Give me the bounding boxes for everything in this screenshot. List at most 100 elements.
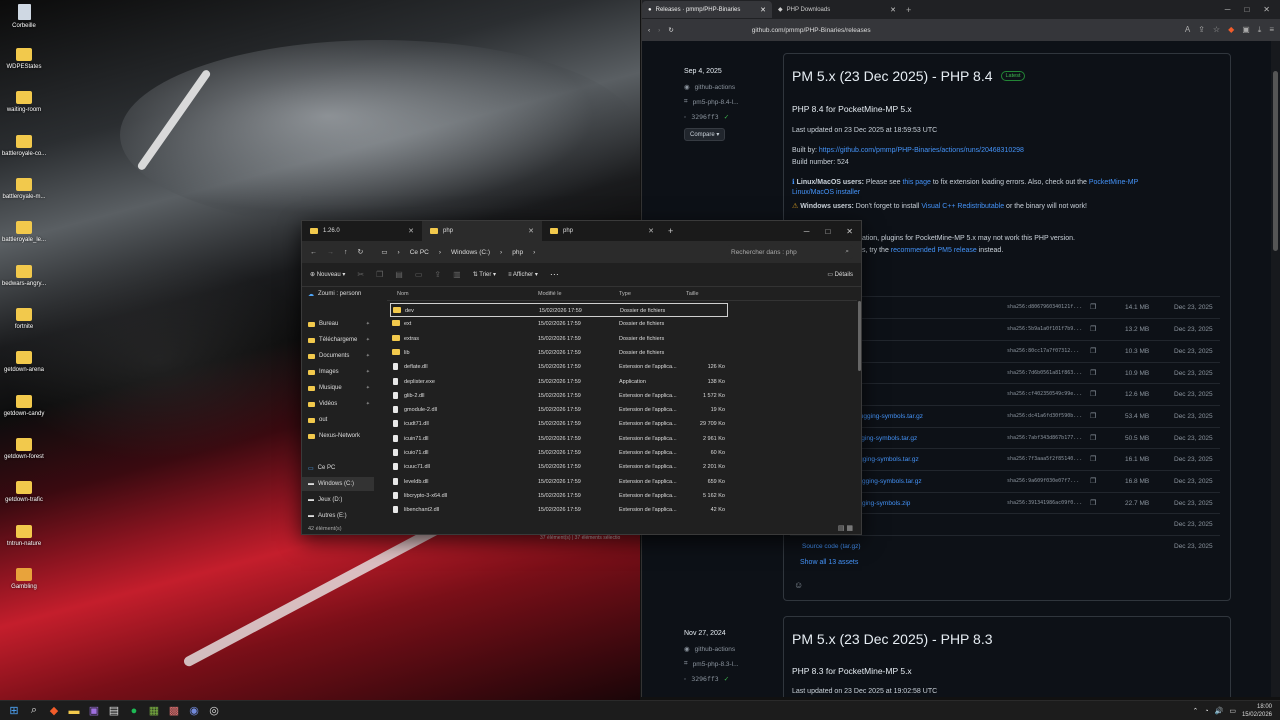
sidebar-item[interactable]: Images ✦ — [302, 365, 374, 379]
copy-icon[interactable]: ❐ — [1090, 390, 1096, 398]
desktop-icon-folder[interactable]: tntrun-nature — [0, 525, 48, 547]
file-row[interactable]: ext 15/02/2026 17:59 Dossier de fichiers — [390, 317, 728, 331]
close-tab-icon[interactable]: ✕ — [648, 227, 654, 235]
sidebar-item[interactable]: Documents ✦ — [302, 349, 374, 363]
copy-icon[interactable]: ❐ — [1090, 455, 1096, 463]
file-row[interactable]: dev 15/02/2026 17:59 Dossier de fichiers — [390, 303, 728, 318]
close-tab-icon[interactable]: ✕ — [760, 6, 766, 14]
show-all-assets-link[interactable]: Show all 13 assets — [800, 559, 858, 566]
sidebar-item[interactable]: Vidéos ✦ — [302, 397, 374, 411]
app-icon[interactable]: ▩ — [164, 701, 184, 720]
browser-scrollbar[interactable] — [1271, 41, 1280, 697]
new-button[interactable]: ⊕ Nouveau ▾ — [310, 271, 345, 278]
explorer-tab[interactable]: php ✕ — [542, 221, 662, 241]
desktop-icon-folder[interactable]: getdown-arena — [0, 351, 48, 373]
sidebar-item[interactable]: ▭ Ce PC — [302, 461, 374, 475]
copy-icon[interactable]: ❐ — [376, 270, 383, 279]
release-commit[interactable]: 3296ff3 — [691, 113, 718, 121]
discord-icon[interactable]: ◉ — [184, 701, 204, 720]
sort-button[interactable]: ⇅ Trier ▾ — [473, 271, 496, 278]
up-icon[interactable]: ↑ — [344, 249, 348, 256]
explorer-tab[interactable]: php ✕ — [422, 221, 542, 241]
sidebar-item[interactable]: out — [302, 413, 374, 427]
release-title[interactable]: PM 5.x (23 Dec 2025) - PHP 8.4 — [792, 68, 993, 84]
share-icon[interactable]: ⇪ — [1198, 25, 1205, 35]
desktop-icon-folder[interactable]: bedwars-angry... — [0, 265, 48, 287]
file-row[interactable]: extras 15/02/2026 17:59 Dossier de fichier… — [390, 332, 728, 346]
start-icon[interactable]: ⊞ — [4, 701, 24, 720]
volume-icon[interactable]: 🔊 — [1215, 707, 1224, 715]
copy-icon[interactable]: ❐ — [1090, 347, 1096, 355]
github-desktop-icon[interactable]: ◎ — [204, 701, 224, 720]
file-row[interactable]: icuio71.dll 15/02/2026 17:59 Extension de … — [390, 446, 728, 460]
pocketmine-link[interactable]: PocketMine-MP — [1089, 179, 1138, 186]
close-tab-icon[interactable]: ✕ — [408, 227, 414, 235]
desktop-icon-folder[interactable]: fortnite — [0, 308, 48, 330]
chevron-up-icon[interactable]: ⌃ — [1193, 707, 1199, 715]
sidebar-item[interactable]: ☁ Zoumi : personn — [302, 287, 374, 301]
url-field[interactable]: github.com/pmmp/PHP-Binaries/releases — [752, 27, 871, 34]
brave-shield-icon[interactable]: ◆ — [1228, 25, 1234, 35]
recommended-release-link[interactable]: recommended PM5 release — [891, 247, 977, 254]
file-row[interactable]: icuin71.dll 15/02/2026 17:59 Extension de … — [390, 432, 728, 446]
more-icon[interactable]: ⋯ — [550, 269, 559, 280]
desktop-icon-folder[interactable]: battleroyale-co... — [0, 135, 48, 157]
reload-icon[interactable]: ↻ — [668, 26, 673, 34]
vcredist-link[interactable]: Visual C++ Redistributable — [921, 203, 1004, 210]
search-input[interactable]: Rechercher dans : php ⌕ — [727, 245, 853, 259]
network-icon[interactable]: ◔ — [1204, 708, 1208, 715]
copy-icon[interactable]: ❐ — [1090, 325, 1096, 333]
file-list-scrollbar[interactable] — [858, 301, 861, 371]
explorer-tab[interactable]: 1.26.0 ✕ — [302, 221, 422, 241]
close-icon[interactable]: ✕ — [846, 227, 853, 236]
sidebar-item[interactable]: ▬ Autres (E:) — [302, 509, 374, 523]
sidebar-item[interactable]: Bureau ✦ — [302, 317, 374, 331]
sidebar-item[interactable]: Nexus-Network — [302, 429, 374, 443]
view-toggle[interactable]: ▤ ▦ — [838, 524, 853, 532]
release-tag[interactable]: pm5-php-8.4-l... — [693, 99, 739, 106]
cut-icon[interactable]: ✂ — [357, 270, 364, 279]
browser-tab-php-downloads[interactable]: ◆ PHP Downloads ✕ — [772, 1, 902, 18]
app-icon[interactable]: ▣ — [84, 701, 104, 720]
sidebar-item[interactable]: Musique ✦ — [302, 381, 374, 395]
maximize-icon[interactable]: □ — [1244, 5, 1249, 14]
release-author[interactable]: github-actions — [695, 646, 735, 653]
file-row[interactable]: deplister.exe 15/02/2026 17:59 Application… — [390, 375, 728, 389]
desktop-icon-folder[interactable]: getdown-trafic — [0, 481, 48, 503]
brave-icon[interactable]: ◆ — [44, 701, 64, 720]
minimize-icon[interactable]: ─ — [804, 227, 810, 236]
forward-icon[interactable]: › — [658, 27, 660, 34]
view-button[interactable]: ≡ Afficher ▾ — [508, 271, 538, 278]
file-row[interactable]: deflate.dll 15/02/2026 17:59 Extension de … — [390, 360, 728, 374]
sidebar-item[interactable]: ▬ Windows (C:) — [302, 477, 374, 491]
release-commit[interactable]: 3296ff3 — [691, 675, 718, 683]
battery-icon[interactable]: ▭ — [1229, 707, 1236, 715]
file-row[interactable]: gmodule-2.dll 15/02/2026 17:59 Extension d… — [390, 403, 728, 417]
file-explorer-icon[interactable]: ▬ — [64, 701, 84, 720]
file-row[interactable]: icudt71.dll 15/02/2026 17:59 Extension de … — [390, 417, 728, 431]
app-icon[interactable]: ▤ — [104, 701, 124, 720]
asset-link[interactable]: Source code (tar.gz) — [802, 543, 861, 550]
desktop-icon-folder[interactable]: getdown-forest — [0, 438, 48, 460]
sidebar-item[interactable]: ▬ Jeux (D:) — [302, 493, 374, 507]
column-type[interactable]: Type — [619, 291, 631, 297]
desktop-icon-folder[interactable]: waiting-room — [0, 91, 48, 113]
copy-icon[interactable]: ❐ — [1090, 434, 1096, 442]
column-name[interactable]: Nom — [397, 291, 409, 297]
search-icon[interactable]: ⌕ — [24, 701, 44, 720]
paste-icon[interactable]: ▤ — [395, 270, 403, 279]
column-modified[interactable]: Modifié le — [538, 291, 562, 297]
download-icon[interactable]: ⤓ — [1258, 25, 1262, 35]
this-page-link[interactable]: this page — [902, 179, 930, 186]
breadcrumb[interactable]: ▭ › Ce PC › Windows (C:) › php › — [381, 245, 696, 259]
app-icon[interactable]: ▦ — [144, 701, 164, 720]
copy-icon[interactable]: ❐ — [1090, 303, 1096, 311]
emoji-reaction-icon[interactable]: ☺ — [794, 580, 803, 590]
file-row[interactable]: icuuc71.dll 15/02/2026 17:59 Extension de … — [390, 460, 728, 474]
extensions-icon[interactable]: ▣ — [1242, 25, 1250, 35]
file-row[interactable]: libenchant2.dll 15/02/2026 17:59 Extension… — [390, 503, 728, 517]
forward-icon[interactable]: → — [327, 249, 334, 256]
refresh-icon[interactable]: ↻ — [358, 248, 364, 256]
file-row[interactable]: leveldb.dll 15/02/2026 17:59 Extension de … — [390, 475, 728, 489]
build-link[interactable]: https://github.com/pmmp/PHP-Binaries/act… — [819, 147, 1024, 154]
